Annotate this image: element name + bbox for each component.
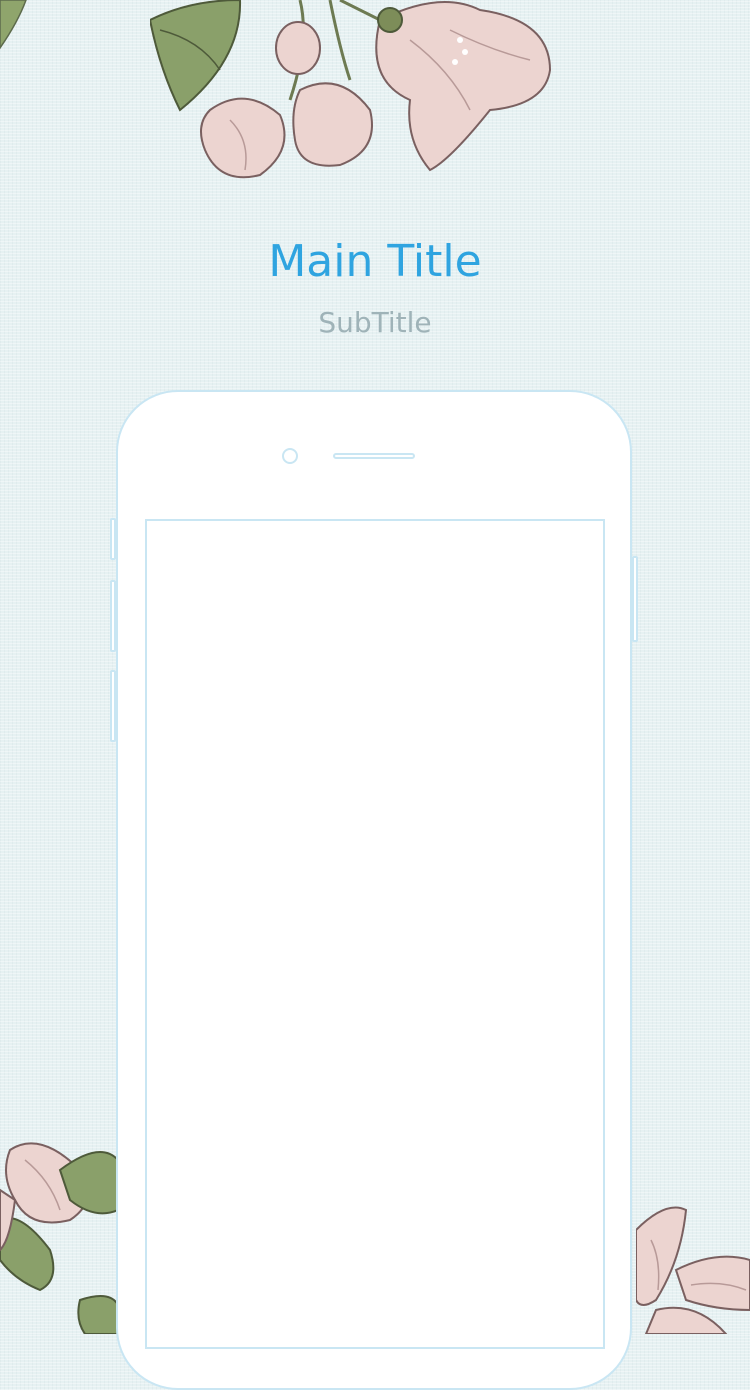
speaker-grille <box>333 453 415 459</box>
main-title: Main Title <box>268 236 482 287</box>
camera-icon <box>282 448 298 464</box>
leaf-decoration-top-left <box>0 0 30 60</box>
phone-screen-placeholder <box>145 519 605 1349</box>
cherry-blossom-decoration-bottom-left <box>0 1130 118 1334</box>
cherry-blossom-decoration-top <box>150 0 560 190</box>
phone-power-button <box>632 556 638 642</box>
sub-title: SubTitle <box>318 306 432 339</box>
cherry-blossom-decoration-bottom-right <box>636 1200 750 1334</box>
